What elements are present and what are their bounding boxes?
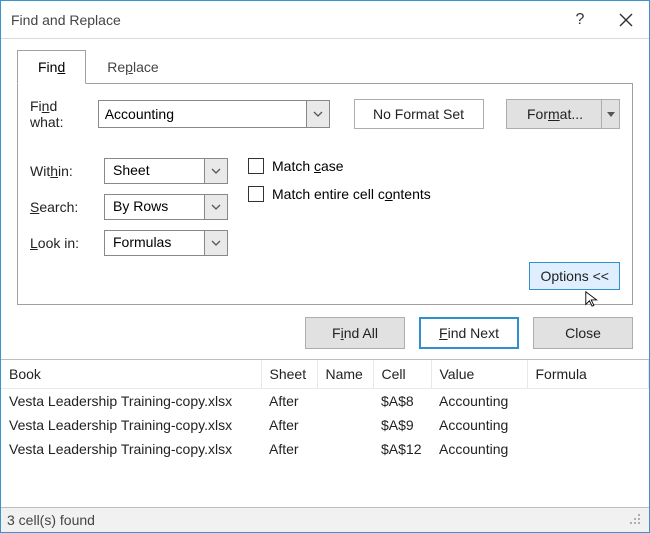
table-row[interactable]: Vesta Leadership Training-copy.xlsxAfter… bbox=[1, 437, 649, 461]
find-what-input[interactable] bbox=[98, 100, 306, 128]
chevron-down-icon bbox=[211, 168, 221, 174]
cell-cell: $A$12 bbox=[373, 437, 431, 461]
format-button[interactable]: Format... bbox=[506, 99, 602, 129]
within-label: Within: bbox=[30, 163, 100, 179]
col-name[interactable]: Name bbox=[317, 360, 373, 389]
within-value: Sheet bbox=[104, 158, 204, 184]
find-all-button[interactable]: Find All bbox=[305, 317, 405, 349]
close-button[interactable] bbox=[603, 1, 649, 39]
cell-book: Vesta Leadership Training-copy.xlsx bbox=[1, 389, 261, 414]
cell-formula bbox=[527, 413, 649, 437]
titlebar: Find and Replace ? bbox=[1, 1, 649, 39]
checkbox-icon bbox=[248, 186, 264, 202]
lookin-label: Look in: bbox=[30, 235, 100, 251]
within-dropdown[interactable] bbox=[204, 158, 228, 184]
find-next-button[interactable]: Find Next bbox=[419, 317, 519, 349]
match-entire-checkbox[interactable]: Match entire cell contents bbox=[248, 186, 431, 202]
results-table: Book Sheet Name Cell Value Formula Vesta… bbox=[1, 359, 649, 507]
find-replace-dialog: Find and Replace ? Find Replace Find wha… bbox=[0, 0, 650, 533]
status-text: 3 cell(s) found bbox=[7, 512, 95, 528]
table-row[interactable]: Vesta Leadership Training-copy.xlsxAfter… bbox=[1, 389, 649, 414]
cell-sheet: After bbox=[261, 413, 317, 437]
chevron-down-icon bbox=[211, 240, 221, 246]
lookin-select[interactable]: Formulas bbox=[104, 230, 234, 256]
cell-cell: $A$9 bbox=[373, 413, 431, 437]
cell-name bbox=[317, 389, 373, 414]
close-icon bbox=[619, 13, 633, 27]
tab-find[interactable]: Find bbox=[17, 50, 86, 84]
col-cell[interactable]: Cell bbox=[373, 360, 431, 389]
help-button[interactable]: ? bbox=[557, 1, 603, 39]
cell-book: Vesta Leadership Training-copy.xlsx bbox=[1, 437, 261, 461]
cell-name bbox=[317, 413, 373, 437]
lookin-value: Formulas bbox=[104, 230, 204, 256]
resize-grip-icon[interactable] bbox=[629, 513, 643, 527]
tab-replace[interactable]: Replace bbox=[86, 50, 179, 84]
lookin-dropdown[interactable] bbox=[204, 230, 228, 256]
match-case-checkbox[interactable]: Match case bbox=[248, 158, 431, 174]
options-button[interactable]: Options << bbox=[529, 262, 620, 290]
cell-name bbox=[317, 437, 373, 461]
cell-formula bbox=[527, 437, 649, 461]
caret-down-icon bbox=[607, 112, 615, 117]
find-panel: Find what: No Format Set Format... Withi… bbox=[17, 84, 633, 305]
search-dropdown[interactable] bbox=[204, 194, 228, 220]
status-bar: 3 cell(s) found bbox=[1, 507, 649, 532]
search-select[interactable]: By Rows bbox=[104, 194, 234, 220]
match-case-label: Match case bbox=[272, 158, 344, 174]
find-what-label: Find what: bbox=[30, 98, 90, 130]
cell-value: Accounting bbox=[431, 389, 527, 414]
cell-cell: $A$8 bbox=[373, 389, 431, 414]
find-what-dropdown[interactable] bbox=[306, 100, 330, 128]
cell-value: Accounting bbox=[431, 413, 527, 437]
find-what-combo[interactable] bbox=[98, 100, 330, 128]
checkbox-icon bbox=[248, 158, 264, 174]
col-value[interactable]: Value bbox=[431, 360, 527, 389]
cell-value: Accounting bbox=[431, 437, 527, 461]
close-dialog-button[interactable]: Close bbox=[533, 317, 633, 349]
match-entire-label: Match entire cell contents bbox=[272, 186, 431, 202]
within-select[interactable]: Sheet bbox=[104, 158, 234, 184]
tab-strip: Find Replace bbox=[17, 49, 633, 84]
cell-formula bbox=[527, 389, 649, 414]
action-buttons: Find All Find Next Close bbox=[1, 305, 649, 359]
search-value: By Rows bbox=[104, 194, 204, 220]
col-sheet[interactable]: Sheet bbox=[261, 360, 317, 389]
search-label: Search: bbox=[30, 199, 100, 215]
table-row[interactable]: Vesta Leadership Training-copy.xlsxAfter… bbox=[1, 413, 649, 437]
chevron-down-icon bbox=[211, 204, 221, 210]
cell-sheet: After bbox=[261, 437, 317, 461]
window-title: Find and Replace bbox=[11, 12, 557, 28]
cell-book: Vesta Leadership Training-copy.xlsx bbox=[1, 413, 261, 437]
no-format-set-button[interactable]: No Format Set bbox=[354, 99, 484, 129]
col-book[interactable]: Book bbox=[1, 360, 261, 389]
format-dropdown[interactable] bbox=[602, 99, 620, 129]
results-header-row: Book Sheet Name Cell Value Formula bbox=[1, 360, 649, 389]
col-formula[interactable]: Formula bbox=[527, 360, 649, 389]
cell-sheet: After bbox=[261, 389, 317, 414]
chevron-down-icon bbox=[313, 111, 323, 117]
